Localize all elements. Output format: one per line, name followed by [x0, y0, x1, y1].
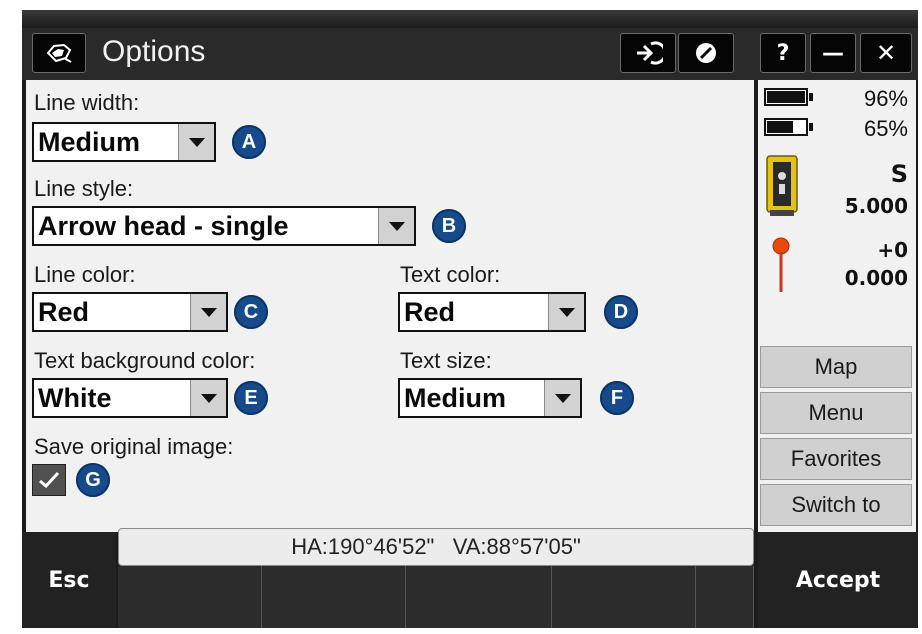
login-button[interactable] — [620, 33, 676, 73]
instrument-mode: S — [890, 160, 908, 188]
close-button[interactable]: ✕ — [860, 33, 912, 73]
line-style-dropdown[interactable]: Arrow head - single — [32, 206, 416, 246]
checkmark-icon — [39, 471, 60, 489]
window-title: Options — [102, 35, 206, 68]
status-panel: 96% 65% S 5.000 +0 0.000 Map Menu Favori… — [758, 80, 916, 532]
line-color-label: Line color: — [34, 262, 136, 287]
battery-icon — [764, 118, 808, 136]
line-width-dropdown[interactable]: Medium — [32, 122, 216, 162]
title-bar: Options ? — ✕ — [22, 28, 918, 80]
target-pin-icon[interactable] — [768, 236, 794, 294]
chevron-down-icon[interactable] — [378, 208, 414, 244]
battery-1 — [764, 88, 813, 106]
callout-marker-b: B — [432, 209, 466, 243]
instrument-value: 5.000 — [844, 194, 908, 218]
chevron-down-icon[interactable] — [548, 294, 584, 330]
line-width-value: Medium — [38, 127, 141, 157]
favorites-button[interactable]: Favorites — [760, 438, 912, 480]
chevron-down-icon[interactable] — [190, 294, 226, 330]
battery-1-percent: 96% — [863, 86, 908, 111]
callout-marker-d: D — [604, 295, 638, 329]
line-width-label: Line width: — [34, 90, 140, 115]
minimize-button[interactable]: — — [810, 33, 856, 73]
battery-2 — [764, 118, 813, 136]
accept-button[interactable]: Accept — [758, 532, 918, 628]
battery-icon — [764, 88, 808, 106]
battery-2-percent: 65% — [863, 116, 908, 141]
line-color-dropdown[interactable]: Red — [32, 292, 228, 332]
line-style-label: Line style: — [34, 176, 134, 201]
app-logo-icon — [46, 43, 72, 63]
device-frame: Options ? — ✕ Line width: Medium A Line … — [22, 10, 918, 628]
help-button[interactable]: ? — [760, 33, 806, 73]
line-color-value: Red — [38, 297, 90, 327]
app-menu-button[interactable] — [32, 33, 86, 73]
text-bg-color-label: Text background color: — [34, 348, 256, 373]
text-color-label: Text color: — [400, 262, 501, 287]
softkey-3[interactable] — [406, 566, 552, 628]
login-icon — [637, 41, 663, 65]
softkey-1[interactable] — [118, 566, 262, 628]
softkey-5[interactable] — [696, 566, 754, 628]
callout-marker-c: C — [234, 295, 268, 329]
text-size-value: Medium — [404, 383, 507, 413]
text-size-dropdown[interactable]: Medium — [398, 378, 582, 418]
angle-status-bar: HA:190°46'52" VA:88°57'05" — [118, 528, 754, 566]
callout-marker-g: G — [76, 463, 110, 497]
top-glare — [22, 10, 918, 28]
text-bg-color-dropdown[interactable]: White — [32, 378, 228, 418]
target-offset: +0 — [877, 238, 908, 262]
options-form: Line width: Medium A Line style: Arrow h… — [26, 80, 754, 532]
total-station-icon[interactable] — [764, 154, 800, 218]
map-button[interactable]: Map — [760, 346, 912, 388]
esc-button[interactable]: Esc — [22, 532, 116, 628]
chevron-down-icon[interactable] — [544, 380, 580, 416]
save-original-label: Save original image: — [34, 434, 234, 459]
callout-marker-e: E — [234, 381, 268, 415]
softkey-4[interactable] — [552, 566, 696, 628]
disable-icon — [696, 43, 716, 63]
save-original-checkbox[interactable] — [32, 464, 66, 496]
text-bg-color-value: White — [38, 383, 112, 413]
text-size-label: Text size: — [400, 348, 492, 373]
callout-marker-f: F — [600, 381, 634, 415]
callout-marker-a: A — [232, 125, 266, 159]
switch-to-button[interactable]: Switch to — [760, 484, 912, 526]
disable-button[interactable] — [678, 33, 734, 73]
chevron-down-icon[interactable] — [178, 124, 214, 160]
text-color-dropdown[interactable]: Red — [398, 292, 586, 332]
target-value: 0.000 — [844, 266, 908, 290]
line-style-value: Arrow head - single — [38, 211, 289, 241]
text-color-value: Red — [404, 297, 456, 327]
softkey-2[interactable] — [262, 566, 406, 628]
menu-button[interactable]: Menu — [760, 392, 912, 434]
chevron-down-icon[interactable] — [190, 380, 226, 416]
angle-readout: HA:190°46'52" VA:88°57'05" — [291, 534, 581, 559]
